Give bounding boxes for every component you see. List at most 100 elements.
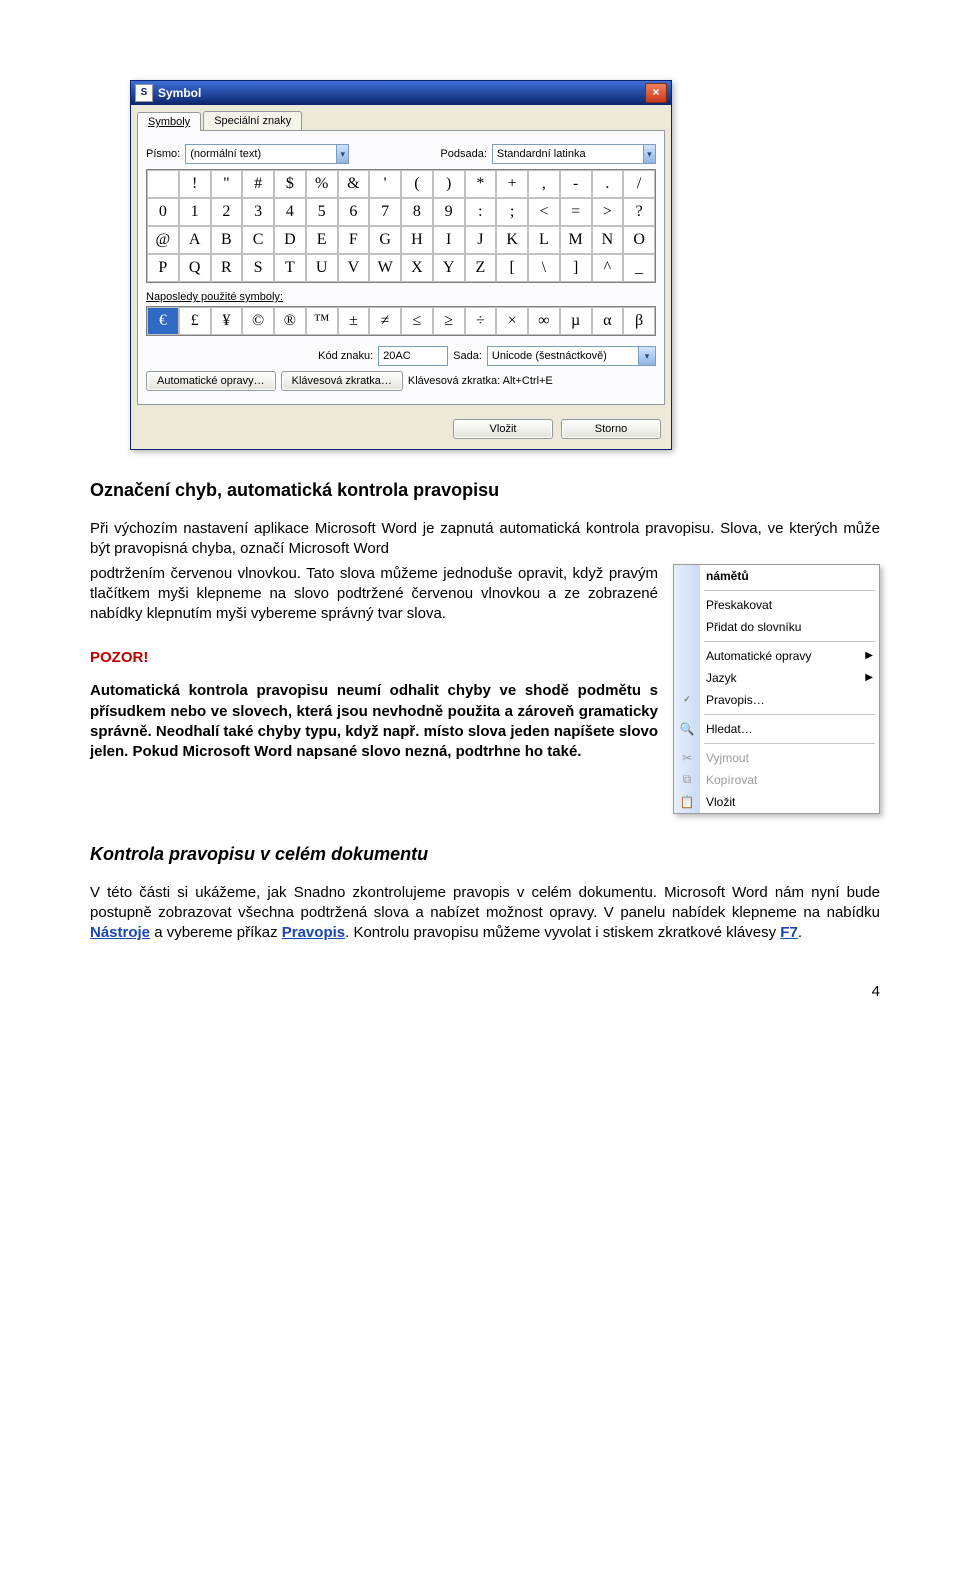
symbol-cell[interactable]: : xyxy=(465,198,497,226)
autocorrect-button[interactable]: Automatické opravy… xyxy=(146,371,276,391)
symbol-cell[interactable]: 8 xyxy=(401,198,433,226)
titlebar[interactable]: S Symbol × xyxy=(131,81,671,105)
chevron-down-icon[interactable]: ▾ xyxy=(638,347,655,365)
recent-symbols-grid[interactable]: €£¥©®™±≠≤≥÷×∞µαβ xyxy=(146,306,656,336)
symbol-cell[interactable]: 6 xyxy=(338,198,370,226)
symbol-cell[interactable]: [ xyxy=(496,254,528,282)
symbol-cell[interactable]: W xyxy=(369,254,401,282)
symbol-cell[interactable]: ( xyxy=(401,170,433,198)
link-f7[interactable]: F7 xyxy=(780,924,798,941)
symbol-cell[interactable]: P xyxy=(147,254,179,282)
symbol-cell[interactable]: < xyxy=(528,198,560,226)
subset-combo[interactable]: ▾ xyxy=(492,144,656,164)
symbol-cell[interactable]: ^ xyxy=(592,254,624,282)
symbol-cell[interactable]: @ xyxy=(147,226,179,254)
symbol-cell[interactable]: % xyxy=(306,170,338,198)
symbol-cell[interactable]: G xyxy=(369,226,401,254)
recent-symbol-cell[interactable]: ≤ xyxy=(401,307,433,335)
symbol-cell[interactable] xyxy=(147,170,179,198)
symbol-cell[interactable]: ) xyxy=(433,170,465,198)
symbol-cell[interactable]: V xyxy=(338,254,370,282)
symbol-cell[interactable]: _ xyxy=(623,254,655,282)
recent-symbol-cell[interactable]: ≠ xyxy=(369,307,401,335)
symbol-cell[interactable]: E xyxy=(306,226,338,254)
symbol-cell[interactable]: # xyxy=(242,170,274,198)
symbol-cell[interactable]: U xyxy=(306,254,338,282)
symbol-cell[interactable]: 9 xyxy=(433,198,465,226)
symbol-cell[interactable]: & xyxy=(338,170,370,198)
symbol-cell[interactable]: 4 xyxy=(274,198,306,226)
symbol-cell[interactable]: , xyxy=(528,170,560,198)
recent-symbol-cell[interactable]: ∞ xyxy=(528,307,560,335)
link-nastroje[interactable]: Nástroje xyxy=(90,924,150,941)
symbol-cell[interactable]: = xyxy=(560,198,592,226)
symbol-cell[interactable]: L xyxy=(528,226,560,254)
link-pravopis[interactable]: Pravopis xyxy=(282,924,345,941)
tab-special-chars[interactable]: Speciální znaky xyxy=(203,111,302,130)
symbol-cell[interactable]: / xyxy=(623,170,655,198)
symbol-cell[interactable]: > xyxy=(592,198,624,226)
symbol-cell[interactable]: ; xyxy=(496,198,528,226)
recent-symbol-cell[interactable]: € xyxy=(147,307,179,335)
symbol-grid[interactable]: !"#$%&'()*+,-./0123456789:;<=>?@ABCDEFGH… xyxy=(146,169,656,283)
symbol-cell[interactable]: * xyxy=(465,170,497,198)
chevron-down-icon[interactable]: ▾ xyxy=(643,145,655,163)
symbol-cell[interactable]: S xyxy=(242,254,274,282)
recent-symbol-cell[interactable]: © xyxy=(242,307,274,335)
symbol-cell[interactable]: 0 xyxy=(147,198,179,226)
symbol-cell[interactable]: A xyxy=(179,226,211,254)
symbol-cell[interactable]: ] xyxy=(560,254,592,282)
symbol-cell[interactable]: Q xyxy=(179,254,211,282)
recent-symbol-cell[interactable]: ¥ xyxy=(211,307,243,335)
shortcut-key-button[interactable]: Klávesová zkratka… xyxy=(281,371,403,391)
recent-symbol-cell[interactable]: β xyxy=(623,307,655,335)
symbol-cell[interactable]: K xyxy=(496,226,528,254)
recent-symbol-cell[interactable]: £ xyxy=(179,307,211,335)
symbol-cell[interactable]: . xyxy=(592,170,624,198)
symbol-cell[interactable]: ' xyxy=(369,170,401,198)
menu-add-to-dictionary[interactable]: Přidat do slovníku xyxy=(700,616,879,638)
symbol-cell[interactable]: 1 xyxy=(179,198,211,226)
symbol-cell[interactable]: I xyxy=(433,226,465,254)
symbol-cell[interactable]: Y xyxy=(433,254,465,282)
recent-symbol-cell[interactable]: µ xyxy=(560,307,592,335)
symbol-cell[interactable]: \ xyxy=(528,254,560,282)
symbol-cell[interactable]: R xyxy=(211,254,243,282)
symbol-cell[interactable]: ? xyxy=(623,198,655,226)
from-input[interactable] xyxy=(488,347,638,365)
font-combo[interactable]: ▾ xyxy=(185,144,349,164)
recent-symbol-cell[interactable]: ÷ xyxy=(465,307,497,335)
symbol-cell[interactable]: - xyxy=(560,170,592,198)
symbol-cell[interactable]: H xyxy=(401,226,433,254)
menu-suggestion[interactable]: námětů xyxy=(700,565,879,587)
symbol-cell[interactable]: Z xyxy=(465,254,497,282)
char-code-input[interactable] xyxy=(378,346,448,366)
menu-lookup[interactable]: Hledat… xyxy=(700,718,879,740)
symbol-cell[interactable]: C xyxy=(242,226,274,254)
from-combo[interactable]: ▾ xyxy=(487,346,656,366)
recent-symbol-cell[interactable]: × xyxy=(496,307,528,335)
symbol-cell[interactable]: M xyxy=(560,226,592,254)
insert-button[interactable]: Vložit xyxy=(453,419,553,439)
recent-symbol-cell[interactable]: ™ xyxy=(306,307,338,335)
font-input[interactable] xyxy=(186,145,336,163)
symbol-cell[interactable]: N xyxy=(592,226,624,254)
menu-language[interactable]: Jazyk▶ xyxy=(700,667,879,689)
cancel-button[interactable]: Storno xyxy=(561,419,661,439)
symbol-cell[interactable]: 3 xyxy=(242,198,274,226)
symbol-cell[interactable]: + xyxy=(496,170,528,198)
symbol-cell[interactable]: 7 xyxy=(369,198,401,226)
close-button[interactable]: × xyxy=(645,83,667,103)
symbol-cell[interactable]: $ xyxy=(274,170,306,198)
menu-paste[interactable]: Vložit xyxy=(700,791,879,813)
menu-ignore-all[interactable]: Přeskakovat xyxy=(700,594,879,616)
symbol-cell[interactable]: B xyxy=(211,226,243,254)
subset-input[interactable] xyxy=(493,145,643,163)
recent-symbol-cell[interactable]: ≥ xyxy=(433,307,465,335)
recent-symbol-cell[interactable]: ± xyxy=(338,307,370,335)
symbol-cell[interactable]: ! xyxy=(179,170,211,198)
symbol-cell[interactable]: O xyxy=(623,226,655,254)
symbol-cell[interactable]: T xyxy=(274,254,306,282)
menu-autocorrect[interactable]: Automatické opravy▶ xyxy=(700,645,879,667)
symbol-cell[interactable]: 2 xyxy=(211,198,243,226)
